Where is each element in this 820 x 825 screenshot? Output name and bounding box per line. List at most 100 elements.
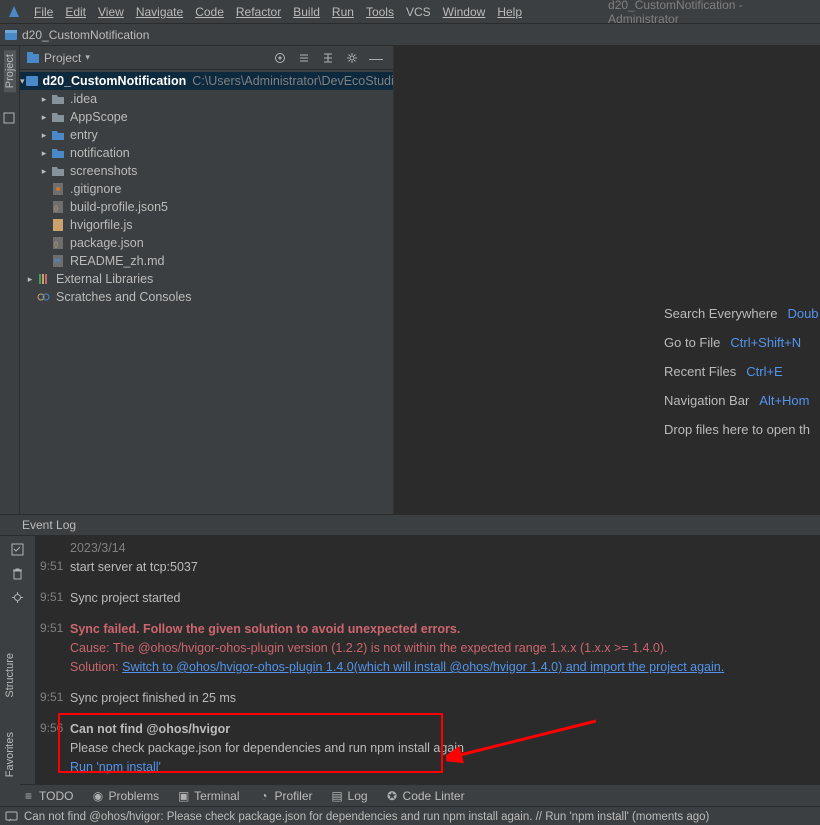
collapse-all-icon[interactable] [321,51,335,65]
tree-item-screenshots[interactable]: ▸screenshots [20,162,393,180]
chevron-right-icon[interactable]: ▸ [38,162,50,180]
menu-help[interactable]: Help [491,5,528,19]
tree-root[interactable]: ▾ d20_CustomNotification C:\Users\Admini… [20,72,393,90]
log-entry: start server at tcp:5037 [70,559,198,576]
tree-item-idea[interactable]: ▸.idea [20,90,393,108]
menu-tools[interactable]: Tools [360,5,400,19]
folder-icon [50,93,66,105]
welcome-recent-shortcut: Ctrl+E [746,364,782,379]
welcome-navbar-label: Navigation Bar [664,393,749,408]
project-tree[interactable]: ▾ d20_CustomNotification C:\Users\Admini… [20,70,393,308]
clear-log-icon[interactable] [11,566,25,580]
chevron-right-icon[interactable]: ▸ [38,126,50,144]
todo-icon: ≡ [22,789,35,802]
tree-external-libraries[interactable]: ▸External Libraries [20,270,393,288]
app-logo-icon [6,4,22,20]
json-file-icon: {} [50,236,66,250]
menu-vcs[interactable]: VCS [400,5,437,19]
menu-refactor[interactable]: Refactor [230,5,287,19]
log-npm-install-link[interactable]: Run 'npm install' [70,759,161,776]
menu-edit[interactable]: Edit [59,5,92,19]
menu-view[interactable]: View [92,5,130,19]
tree-scratches[interactable]: Scratches and Consoles [20,288,393,306]
gitignore-file-icon [50,182,66,196]
module-icon [25,74,39,88]
chevron-right-icon[interactable]: ▸ [38,108,50,126]
rail-favorites-tab[interactable]: Favorites [0,720,20,790]
chevron-right-icon[interactable]: ▸ [38,144,50,162]
welcome-drop-hint: Drop files here to open th [664,422,810,437]
svg-text:{}: {} [54,206,58,212]
libraries-icon [36,273,52,285]
status-bar: Can not find @ohos/hvigor: Please check … [0,806,820,825]
breadcrumb-root[interactable]: d20_CustomNotification [22,28,149,42]
folder-icon [50,111,66,123]
tool-profiler[interactable]: ◔Profiler [258,789,313,803]
hide-panel-icon[interactable]: — [369,51,383,65]
menu-run[interactable]: Run [326,5,360,19]
welcome-navbar-shortcut: Alt+Hom [759,393,809,408]
event-log-body: 2023/3/14 9:51start server at tcp:5037 9… [0,536,820,784]
log-warn-sub: Please check package.json for dependenci… [70,740,464,757]
event-log-content[interactable]: 2023/3/14 9:51start server at tcp:5037 9… [36,536,820,784]
bottom-tool-bar: ≡TODO ◉Problems ▣Terminal ◔Profiler ▤Log… [0,784,820,806]
expand-all-icon[interactable] [297,51,311,65]
log-error-cause: Cause: The @ohos/hvigor-ohos-plugin vers… [70,640,668,657]
tree-item-readme[interactable]: README_zh.md [20,252,393,270]
module-folder-icon [50,129,66,141]
tree-item-entry[interactable]: ▸entry [20,126,393,144]
module-icon [4,28,18,42]
project-panel-header: Project ▾ — [20,46,393,70]
rail-square-icon[interactable] [3,112,17,126]
rail-structure-tab[interactable]: Structure [0,630,20,720]
log-date: 2023/3/14 [70,540,126,557]
project-panel-title[interactable]: Project [44,51,81,65]
tool-log[interactable]: ▤Log [331,789,368,803]
tool-terminal[interactable]: ▣Terminal [177,789,239,803]
status-text: Can not find @ohos/hvigor: Please check … [24,811,709,823]
log-settings-icon[interactable] [11,590,25,604]
rail-project-tab[interactable]: Project [4,50,16,92]
menu-file[interactable]: File [28,5,59,19]
tree-item-appscope[interactable]: ▸AppScope [20,108,393,126]
js-file-icon [50,218,66,232]
status-message-icon[interactable] [4,810,18,824]
project-view-dropdown-icon[interactable]: ▾ [85,52,90,63]
tool-todo[interactable]: ≡TODO [22,789,73,803]
welcome-gotofile-shortcut: Ctrl+Shift+N [730,335,801,350]
tree-item-gitignore[interactable]: .gitignore [20,180,393,198]
main-row: Project Project ▾ — ▾ [0,46,820,514]
menu-window[interactable]: Window [437,5,492,19]
tree-item-notification[interactable]: ▸notification [20,144,393,162]
tool-problems[interactable]: ◉Problems [91,789,159,803]
settings-gear-icon[interactable] [345,51,359,65]
event-log-header[interactable]: Event Log [0,514,820,536]
welcome-search-shortcut: Doub [787,306,818,321]
folder-icon [50,165,66,177]
menu-code[interactable]: Code [189,5,230,19]
scratches-icon [36,291,52,303]
left-tool-rail: Project [0,46,20,514]
problems-icon: ◉ [91,789,104,802]
log-warn-title: Can not find @ohos/hvigor [70,721,230,738]
menu-build[interactable]: Build [287,5,326,19]
linter-icon: ✪ [386,789,399,802]
json5-file-icon: {} [50,200,66,214]
markdown-file-icon [50,254,66,268]
log-solution-link[interactable]: Switch to @ohos/hvigor-ohos-plugin 1.4.0… [122,660,724,674]
breadcrumb: d20_CustomNotification [0,24,820,46]
module-folder-icon [50,147,66,159]
chevron-right-icon[interactable]: ▸ [38,90,50,108]
tree-item-hvigorfile[interactable]: hvigorfile.js [20,216,393,234]
tree-item-package-json[interactable]: {}package.json [20,234,393,252]
log-error-title: Sync failed. Follow the given solution t… [70,621,460,638]
tree-item-build-profile[interactable]: {}build-profile.json5 [20,198,393,216]
mark-read-icon[interactable] [11,542,25,556]
locate-icon[interactable] [273,51,287,65]
tool-code-linter[interactable]: ✪Code Linter [386,789,465,803]
menu-navigate[interactable]: Navigate [130,5,189,19]
project-view-icon[interactable] [26,51,40,65]
welcome-recent-label: Recent Files [664,364,736,379]
profiler-icon: ◔ [258,789,271,802]
welcome-gotofile-label: Go to File [664,335,720,350]
